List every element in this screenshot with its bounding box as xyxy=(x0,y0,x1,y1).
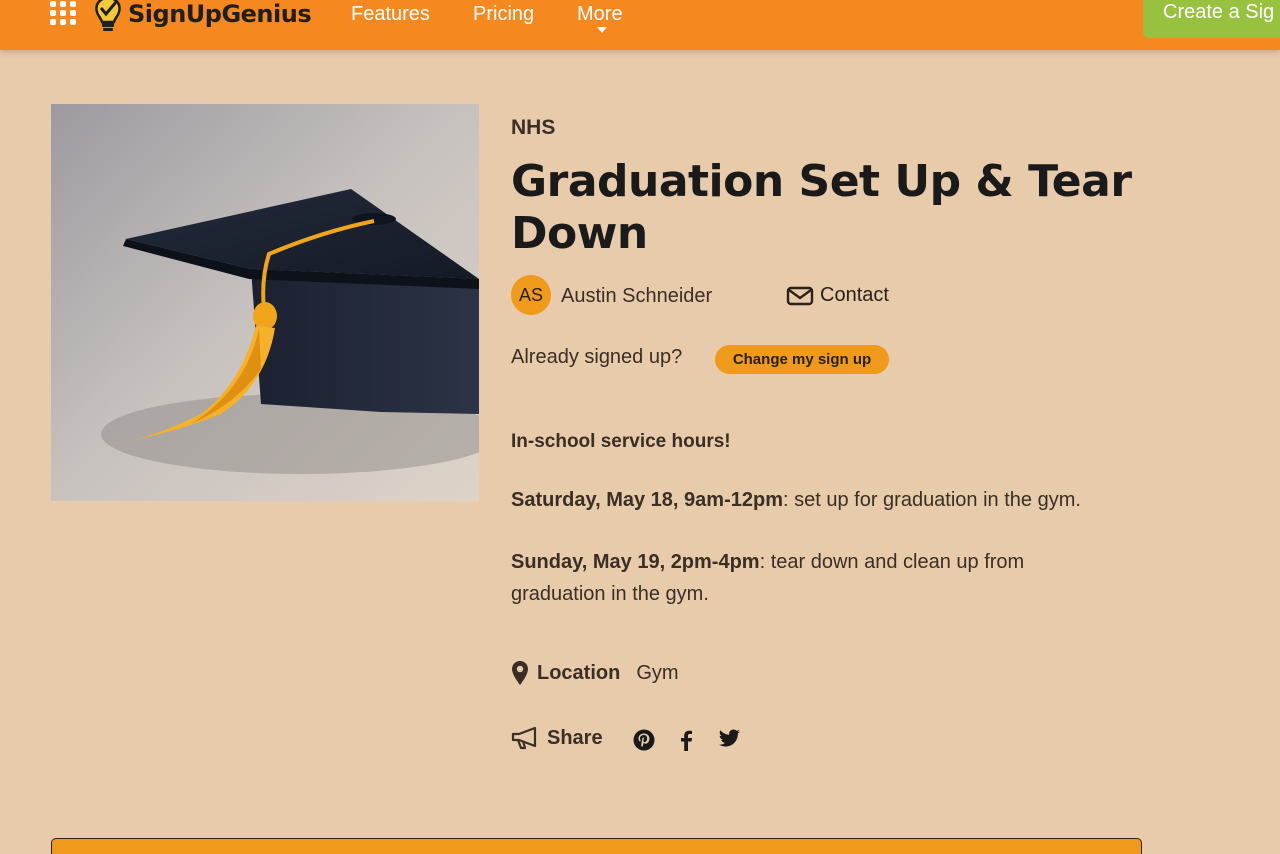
description-intro: In-school service hours! xyxy=(511,431,731,452)
description-line-sunday: Sunday, May 19, 2pm-4pm: tear down and c… xyxy=(511,546,1071,610)
create-signup-button[interactable]: Create a Sig xyxy=(1143,0,1280,38)
location-label: Location xyxy=(537,661,621,684)
page-title: Graduation Set Up & Tear Down xyxy=(511,156,1132,259)
change-signup-button[interactable]: Change my sign up xyxy=(715,345,889,374)
signup-slots-header-bar xyxy=(51,838,1142,854)
map-pin-icon xyxy=(512,661,528,685)
already-signed-text: Already signed up? xyxy=(511,346,683,368)
saturday-time: Saturday, May 18, 9am-12pm xyxy=(511,489,783,511)
nav-more-link[interactable]: More xyxy=(577,3,623,26)
facebook-icon[interactable] xyxy=(679,729,693,751)
nav-features-link[interactable]: Features xyxy=(351,3,430,26)
signupgenius-logo[interactable]: SignUpGenius xyxy=(92,0,312,36)
location-value: Gym xyxy=(636,661,679,684)
apps-grid-icon[interactable] xyxy=(50,1,76,25)
twitter-icon[interactable] xyxy=(717,729,741,749)
share-label: Share xyxy=(547,726,603,749)
location-row: Location Gym xyxy=(511,660,679,686)
megaphone-icon xyxy=(511,726,537,750)
sunday-time: Sunday, May 19, 2pm-4pm xyxy=(511,551,760,573)
lightbulb-icon xyxy=(95,0,121,31)
description-line-saturday: Saturday, May 18, 9am-12pm: set up for g… xyxy=(511,488,1131,512)
nav-pricing-link[interactable]: Pricing xyxy=(473,3,534,26)
organizer-avatar: AS xyxy=(511,275,551,315)
saturday-task: : set up for graduation in the gym. xyxy=(782,489,1081,511)
more-caret-icon[interactable] xyxy=(597,27,607,33)
top-nav: SignUpGenius Features Pricing More Creat… xyxy=(0,0,1280,50)
contact-link[interactable]: Contact xyxy=(786,284,889,307)
group-name: NHS xyxy=(511,116,556,139)
contact-label: Contact xyxy=(820,284,889,306)
share-row: Share xyxy=(511,726,603,750)
pinterest-icon[interactable] xyxy=(633,729,655,751)
logo-text: SignUpGenius xyxy=(128,0,312,28)
envelope-icon xyxy=(786,286,814,305)
organizer-name: Austin Schneider xyxy=(561,285,713,307)
graduation-cap-image xyxy=(51,104,479,501)
